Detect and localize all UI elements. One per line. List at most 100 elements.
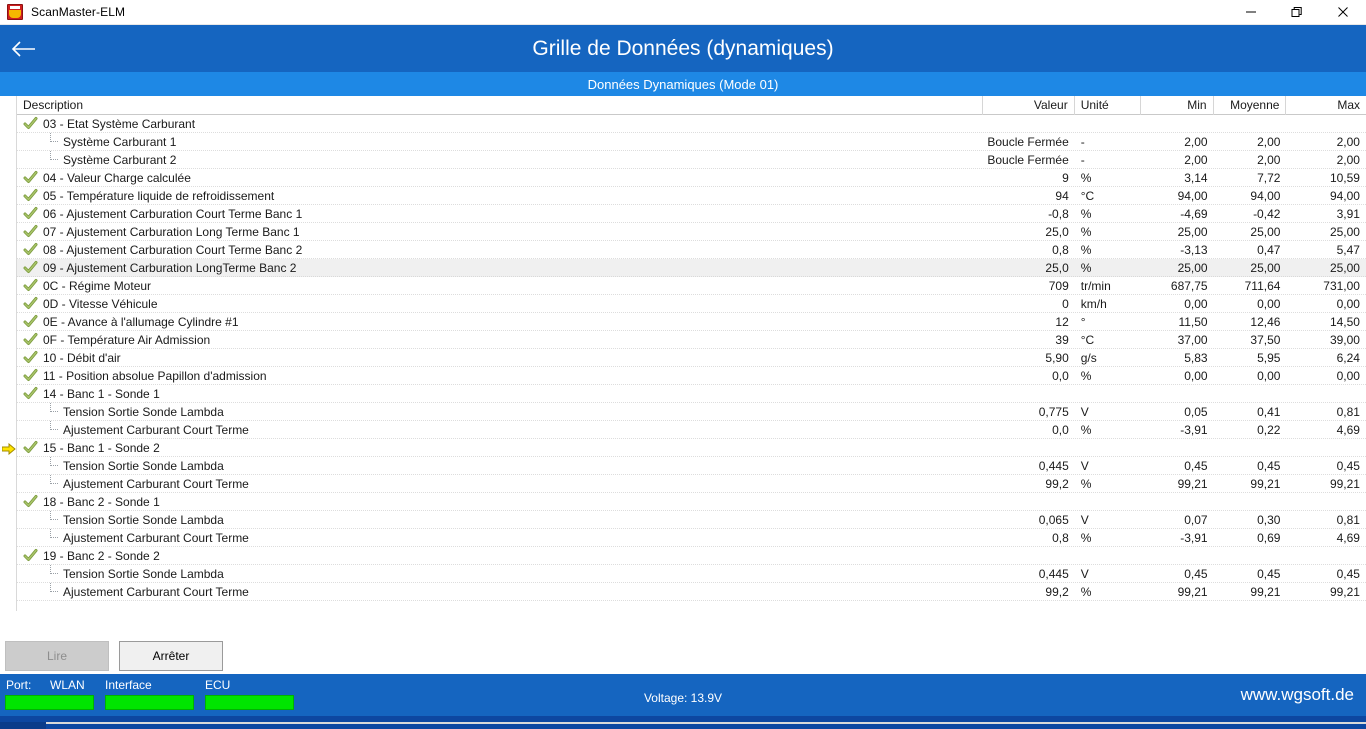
cell-valeur: 0,445 [1038,458,1069,473]
cell-max [1286,385,1366,403]
taskbar-active-item[interactable] [0,722,46,729]
table-row[interactable]: 0F - Température Air Admission 39 °C 37,00 3… [17,331,1366,349]
table-row[interactable]: Tension Sortie Sonde Lambda 0,445 V 0,45 0,4… [17,456,1366,475]
cell-valeur [983,439,1075,457]
cell-description: Tension Sortie Sonde Lambda [17,402,983,421]
cell-moyenne: 0,00 [1257,296,1281,311]
cell-min: 0,00 [1184,296,1208,311]
table-row[interactable]: 0D - Vitesse Véhicule 0 km/h 0,00 0,00 0,00 [17,295,1366,313]
table-row[interactable]: Tension Sortie Sonde Lambda 0,445 V 0,45 0,4… [17,564,1366,583]
row-label: 0F - Température Air Admission [43,332,211,347]
cell-description: 07 - Ajustement Carburation Long Terme B… [17,223,983,241]
check-icon [23,116,39,132]
cell-unite: ° [1080,314,1086,329]
table-row[interactable]: 08 - Ajustement Carburation Court Terme … [17,241,1366,259]
table-row[interactable]: 03 - Etat Système Carburant [17,115,1366,133]
data-grid[interactable]: Description Valeur Unité Min Moyenne Max… [1,95,1366,611]
cell-unite: V [1080,566,1089,581]
cell-description: 18 - Banc 2 - Sonde 1 [17,493,983,511]
table-row[interactable]: 19 - Banc 2 - Sonde 2 [17,547,1366,565]
row-label: 03 - Etat Système Carburant [43,116,196,131]
table-row[interactable]: Système Carburant 1 Boucle Fermée - 2,00 2,0… [17,132,1366,151]
tree-branch-last-icon [43,528,59,547]
grid-header-row: Description Valeur Unité Min Moyenne Max [17,95,1366,115]
column-header-unite[interactable]: Unité [1075,95,1141,115]
cell-min: 0,00 [1184,368,1208,383]
table-row[interactable]: 11 - Position absolue Papillon d'admissi… [17,367,1366,385]
cell-max: 0,45 [1336,458,1360,473]
cell-moyenne: 0,69 [1257,530,1281,545]
status-interface-label: Interface [105,678,152,692]
table-row[interactable]: 0E - Avance à l'allumage Cylindre #1 12 ° 1… [17,313,1366,331]
minimize-icon[interactable] [1228,0,1274,25]
cell-unite [1075,547,1141,565]
table-row[interactable]: 14 - Banc 1 - Sonde 1 [17,385,1366,403]
row-label: Ajustement Carburant Court Terme [63,530,249,545]
table-row[interactable]: 15 - Banc 1 - Sonde 2 [1,439,1366,457]
column-header-valeur[interactable]: Valeur [983,95,1075,115]
read-button[interactable]: Lire [5,641,109,671]
cell-unite: % [1080,206,1092,221]
table-row[interactable]: 06 - Ajustement Carburation Court Terme … [17,205,1366,223]
cell-valeur: 0,0 [1052,422,1069,437]
cell-description: Ajustement Carburant Court Terme [17,420,983,439]
cell-unite: tr/min [1080,278,1111,293]
table-row[interactable]: 05 - Température liquide de refroidissem… [17,187,1366,205]
status-port-label: Port: [6,678,32,692]
tree-branch-icon [43,456,59,475]
table-row[interactable]: Ajustement Carburant Court Terme 0,8% -3,9… [17,528,1366,547]
table-row[interactable]: 09 - Ajustement Carburation LongTerme Ba… [17,259,1366,277]
table-row[interactable]: 07 - Ajustement Carburation Long Terme B… [17,223,1366,241]
table-row[interactable]: 04 - Valeur Charge calculée 9% 3,14 7,72 10,… [17,169,1366,187]
selected-row-marker-icon [1,442,16,456]
cell-max [1286,493,1366,511]
cell-unite: % [1080,242,1092,257]
cell-description: 15 - Banc 1 - Sonde 2 [17,439,983,457]
cell-moyenne [1214,385,1287,403]
cell-max [1286,115,1366,133]
table-row[interactable]: Ajustement Carburant Court Terme 99,2% 99,… [17,474,1366,493]
check-icon [23,314,39,330]
table-row[interactable]: Ajustement Carburant Court Terme 0,0% -3,9… [17,420,1366,439]
tree-branch-icon [43,402,59,421]
column-header-max[interactable]: Max [1286,96,1366,115]
table-row[interactable]: Tension Sortie Sonde Lambda 0,775 V 0,05 0,4… [17,402,1366,421]
table-row[interactable]: 0C - Régime Moteur 709 tr/min 687,75 711,64 7… [17,277,1366,295]
cell-unite: °C [1080,188,1095,203]
tree-branch-icon [43,132,59,151]
cell-max: 3,91 [1336,206,1360,221]
table-row[interactable]: Système Carburant 2 Boucle Fermée - 2,00 2,0… [17,150,1366,169]
stop-button[interactable]: Arrêter [119,641,223,671]
table-row[interactable]: Tension Sortie Sonde Lambda 0,065 V 0,07 0,3… [17,510,1366,529]
vendor-url[interactable]: www.wgsoft.de [1241,685,1354,705]
taskbar [0,716,1366,729]
cell-description: 11 - Position absolue Papillon d'admissi… [17,367,983,385]
column-header-description[interactable]: Description [17,95,983,115]
cell-max: 10,59 [1329,170,1360,185]
cell-moyenne: 5,95 [1257,350,1281,365]
cell-min: 0,07 [1184,512,1208,527]
column-header-min[interactable]: Min [1141,95,1214,115]
cell-moyenne: 2,00 [1257,134,1281,149]
check-icon [23,296,39,312]
column-header-moyenne[interactable]: Moyenne [1214,95,1287,115]
row-label: Tension Sortie Sonde Lambda [63,404,224,419]
row-label: 05 - Température liquide de refroidissem… [43,188,275,203]
cell-moyenne: 25,00 [1250,224,1281,239]
close-icon[interactable] [1320,0,1366,25]
cell-max [1286,439,1366,457]
table-row[interactable]: Ajustement Carburant Court Terme 99,2% 99,… [17,582,1366,601]
cell-description: Ajustement Carburant Court Terme [17,474,983,493]
back-button[interactable] [0,25,48,72]
restore-icon[interactable] [1274,0,1320,25]
cell-moyenne: 711,64 [1244,278,1281,293]
check-icon [23,332,39,348]
cell-description: Tension Sortie Sonde Lambda [17,564,983,583]
cell-moyenne: 0,47 [1257,242,1281,257]
row-label: 19 - Banc 2 - Sonde 2 [43,548,160,563]
status-connection-type: WLAN [50,678,85,692]
cell-max: 99,21 [1329,476,1360,491]
table-row[interactable]: 18 - Banc 2 - Sonde 1 [17,493,1366,511]
cell-moyenne: 0,00 [1257,368,1281,383]
table-row[interactable]: 10 - Débit d'air 5,90 g/s 5,83 5,95 6,24 [17,349,1366,367]
